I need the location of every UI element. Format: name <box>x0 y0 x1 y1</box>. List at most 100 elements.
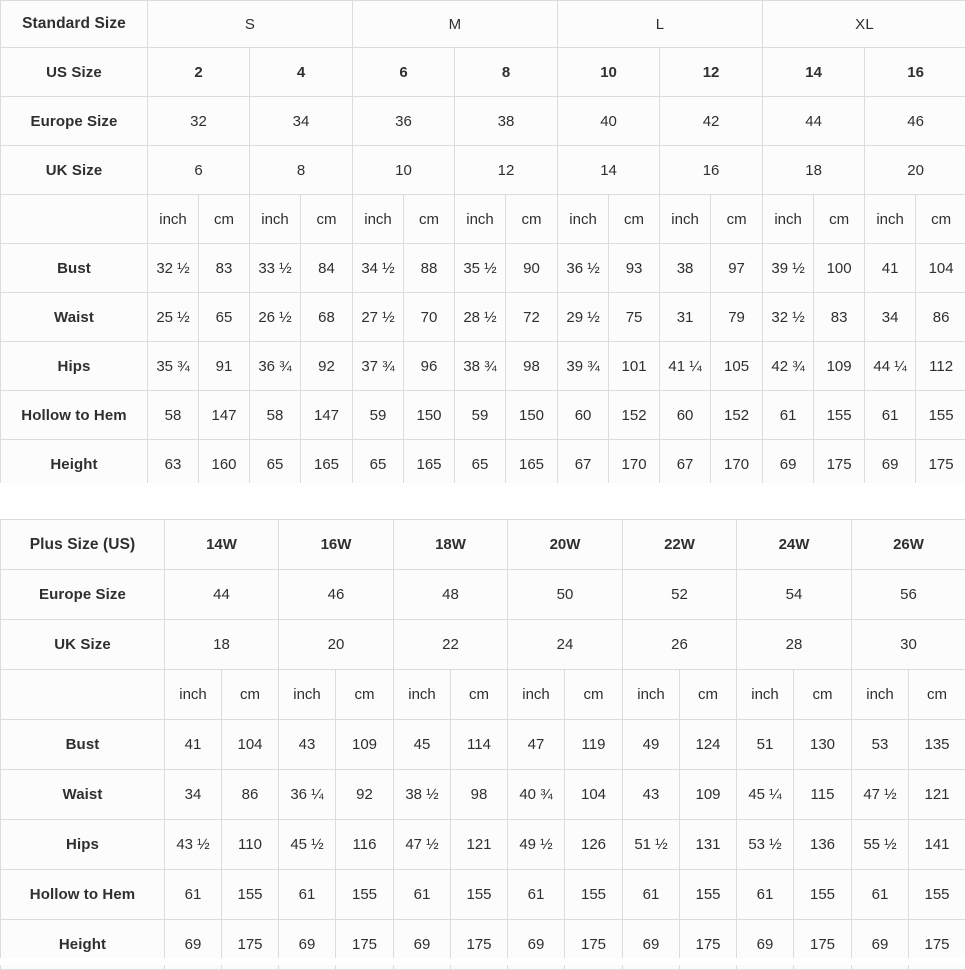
unit-cell: inch <box>763 195 814 244</box>
plus-hollow-to-hem-row: Hollow to Hem 61 155 61 155 61 155 61 15… <box>1 870 965 920</box>
bust-cell: 53 <box>852 720 909 770</box>
hips-cell: 42 ¾ <box>763 342 814 391</box>
bust-cell: 47 <box>508 720 565 770</box>
uk-size-cell: 14 <box>558 146 660 195</box>
standard-uk-size-row: UK Size 6 8 10 12 14 16 18 20 <box>1 146 965 195</box>
hollow-to-hem-cell: 152 <box>711 391 763 440</box>
uk-size-cell: 16 <box>660 146 763 195</box>
hollow-to-hem-cell: 155 <box>451 870 508 920</box>
waist-cell: 47 ½ <box>852 770 909 820</box>
waist-cell: 79 <box>711 293 763 342</box>
height-cell: 170 <box>711 440 763 489</box>
plus-size-header-row: Plus Size (US) 14W 16W 18W 20W 22W 24W 2… <box>1 520 965 570</box>
us-size-cell: 6 <box>353 48 455 97</box>
hollow-to-hem-cell: 155 <box>680 870 737 920</box>
bust-cell: 104 <box>222 720 279 770</box>
europe-size-cell: 50 <box>508 570 623 620</box>
hips-cell: 55 ½ <box>852 820 909 870</box>
height-cell: 160 <box>199 440 250 489</box>
row-label-us-size: US Size <box>1 48 148 97</box>
us-size-cell: 2 <box>148 48 250 97</box>
hollow-to-hem-cell: 58 <box>148 391 199 440</box>
bust-cell: 41 <box>165 720 222 770</box>
hips-cell: 121 <box>451 820 508 870</box>
size-group-m: M <box>353 1 558 48</box>
standard-waist-row: Waist 25 ½ 65 26 ½ 68 27 ½ 70 28 ½ 72 29… <box>1 293 965 342</box>
plus-size-cell: 22W <box>623 520 737 570</box>
unit-cell: inch <box>394 670 451 720</box>
row-label-empty <box>1 670 165 720</box>
hips-cell: 91 <box>199 342 250 391</box>
plus-size-table-container: Plus Size (US) 14W 16W 18W 20W 22W 24W 2… <box>0 519 965 970</box>
unit-cell: cm <box>609 195 660 244</box>
hollow-to-hem-cell: 155 <box>222 870 279 920</box>
europe-size-cell: 48 <box>394 570 508 620</box>
bust-cell: 124 <box>680 720 737 770</box>
bust-cell: 45 <box>394 720 451 770</box>
bust-cell: 49 <box>623 720 680 770</box>
bust-cell: 39 ½ <box>763 244 814 293</box>
standard-hips-row: Hips 35 ¾ 91 36 ¾ 92 37 ¾ 96 38 ¾ 98 39 … <box>1 342 965 391</box>
hips-cell: 105 <box>711 342 763 391</box>
hips-cell: 92 <box>301 342 353 391</box>
unit-cell: cm <box>814 195 865 244</box>
bust-cell: 84 <box>301 244 353 293</box>
hollow-to-hem-cell: 61 <box>508 870 565 920</box>
waist-cell: 115 <box>794 770 852 820</box>
hips-cell: 38 ¾ <box>455 342 506 391</box>
us-size-cell: 16 <box>865 48 965 97</box>
hollow-to-hem-cell: 155 <box>916 391 965 440</box>
size-group-xl: XL <box>763 1 965 48</box>
row-label-hollow-to-hem: Hollow to Hem <box>1 870 165 920</box>
waist-cell: 32 ½ <box>763 293 814 342</box>
plus-size-cell: 26W <box>852 520 965 570</box>
bust-cell: 130 <box>794 720 852 770</box>
row-label-height: Height <box>1 440 148 489</box>
hollow-to-hem-cell: 61 <box>852 870 909 920</box>
plus-size-header-label: Plus Size (US) <box>1 520 165 570</box>
hips-cell: 36 ¾ <box>250 342 301 391</box>
height-cell: 69 <box>763 440 814 489</box>
hips-cell: 131 <box>680 820 737 870</box>
height-cell: 170 <box>609 440 660 489</box>
us-size-cell: 14 <box>763 48 865 97</box>
hollow-to-hem-cell: 155 <box>565 870 623 920</box>
standard-height-row: Height 63 160 65 165 65 165 65 165 67 17… <box>1 440 965 489</box>
europe-size-cell: 34 <box>250 97 353 146</box>
bust-cell: 34 ½ <box>353 244 404 293</box>
hollow-to-hem-cell: 150 <box>506 391 558 440</box>
hollow-to-hem-cell: 58 <box>250 391 301 440</box>
bust-cell: 36 ½ <box>558 244 609 293</box>
bust-cell: 93 <box>609 244 660 293</box>
us-size-cell: 10 <box>558 48 660 97</box>
hips-cell: 53 ½ <box>737 820 794 870</box>
hollow-to-hem-cell: 59 <box>455 391 506 440</box>
unit-cell: cm <box>711 195 763 244</box>
plus-size-cell: 18W <box>394 520 508 570</box>
standard-group-header-row: Standard Size S M L XL <box>1 1 965 48</box>
uk-size-cell: 8 <box>250 146 353 195</box>
waist-cell: 86 <box>222 770 279 820</box>
unit-cell: cm <box>909 670 965 720</box>
standard-size-table-container: Standard Size S M L XL US Size 2 4 6 8 1… <box>0 0 965 489</box>
europe-size-cell: 44 <box>763 97 865 146</box>
waist-cell: 34 <box>165 770 222 820</box>
row-label-hips: Hips <box>1 820 165 870</box>
waist-cell: 104 <box>565 770 623 820</box>
unit-cell: inch <box>508 670 565 720</box>
waist-cell: 40 ¾ <box>508 770 565 820</box>
row-label-uk-size: UK Size <box>1 146 148 195</box>
unit-cell: inch <box>279 670 336 720</box>
height-cell: 65 <box>455 440 506 489</box>
hips-cell: 110 <box>222 820 279 870</box>
hollow-to-hem-cell: 147 <box>301 391 353 440</box>
hips-cell: 41 ¼ <box>660 342 711 391</box>
row-label-uk-size: UK Size <box>1 620 165 670</box>
unit-cell: inch <box>865 195 916 244</box>
unit-cell: cm <box>336 670 394 720</box>
plus-size-cell: 16W <box>279 520 394 570</box>
europe-size-cell: 46 <box>279 570 394 620</box>
waist-cell: 45 ¼ <box>737 770 794 820</box>
row-label-europe-size: Europe Size <box>1 570 165 620</box>
uk-size-cell: 30 <box>852 620 965 670</box>
